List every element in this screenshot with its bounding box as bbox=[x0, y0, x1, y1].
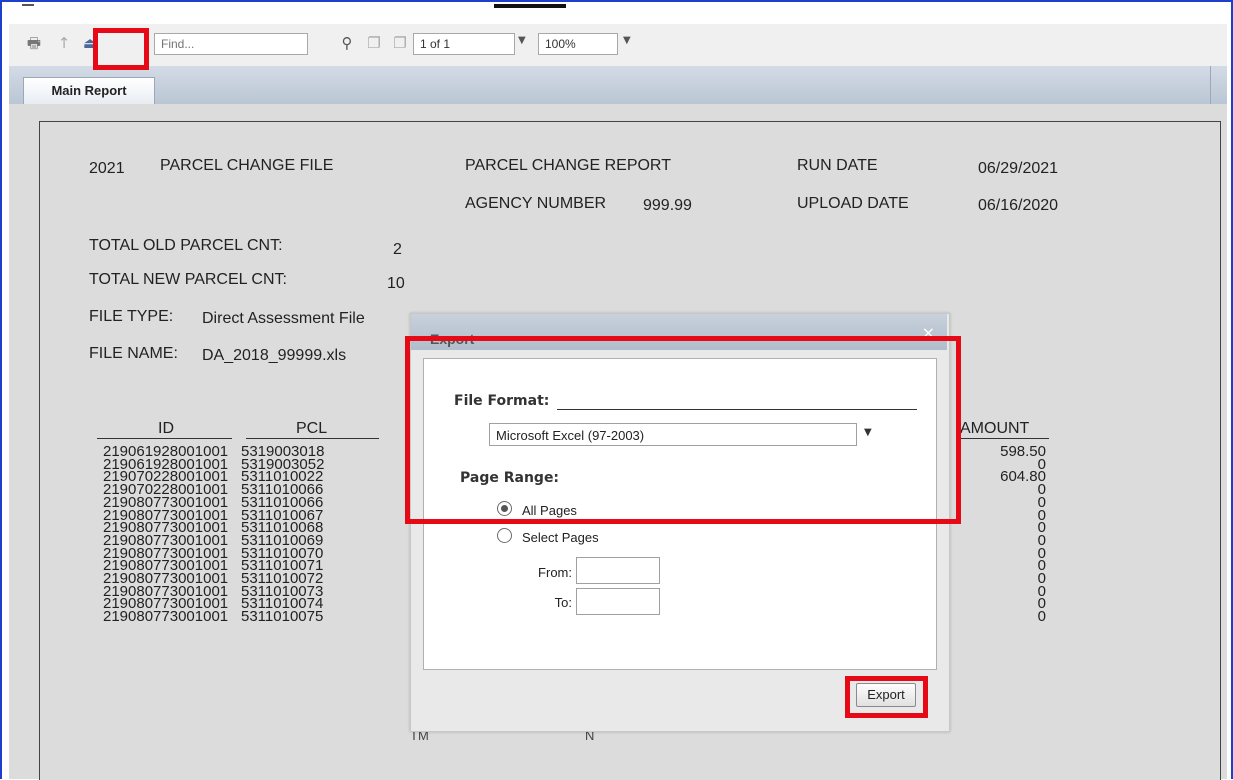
export-dialog-title: Export bbox=[430, 331, 475, 347]
report-toolbar: 🖶 ↑ ⏏ ⚲ ❐ ❐ 1 of 1 ▼ 100% ▼ bbox=[9, 24, 1227, 67]
arrow-up-icon[interactable]: ↑ bbox=[55, 34, 73, 52]
agency-number-value: 999.99 bbox=[643, 197, 692, 214]
report-year: 2021 bbox=[89, 160, 125, 177]
column-pcl-values: 5319003018 5319003052 5311010022 5311010066… bbox=[241, 444, 324, 626]
export-icon[interactable]: ⏏ bbox=[81, 34, 99, 52]
table-cell-amount: 0 bbox=[1037, 595, 1046, 613]
upload-date-label: UPLOAD DATE bbox=[797, 195, 909, 212]
from-page-input[interactable] bbox=[576, 557, 660, 584]
table-cell-amount: 0 bbox=[1037, 570, 1046, 588]
run-date-label: RUN DATE bbox=[797, 157, 878, 174]
column-amount-values: 598.50 0 604.80 0 0 0 0 0 0 0 0 0 0 0 bbox=[960, 443, 1046, 626]
next-page-icon[interactable]: ❐ bbox=[365, 34, 383, 52]
export-options-panel: File Format: Microsoft Excel (97-2003) ▼… bbox=[423, 358, 937, 670]
table-cell-amount: 604.80 bbox=[1000, 468, 1046, 486]
column-id-values: 219061928001001 219061928001001 2190702280… bbox=[103, 444, 229, 626]
column-header-pcl: PCL bbox=[296, 420, 328, 437]
table-cell-id: 219080773001001 bbox=[103, 608, 229, 626]
file-name-label: FILE NAME: bbox=[89, 345, 178, 362]
file-name-value: DA_2018_99999.xls bbox=[202, 347, 347, 364]
from-label: From: bbox=[538, 565, 572, 580]
export-dialog: Export × File Format: Microsoft Excel (9… bbox=[410, 313, 950, 732]
report-file-title: PARCEL CHANGE FILE bbox=[160, 157, 334, 174]
cropped-top-text bbox=[0, 0, 1233, 8]
close-icon[interactable]: × bbox=[922, 323, 935, 342]
find-input[interactable] bbox=[154, 33, 308, 55]
page-range-label: Page Range: bbox=[460, 470, 560, 486]
to-page-input[interactable] bbox=[576, 588, 660, 615]
report-title: PARCEL CHANGE REPORT bbox=[465, 157, 671, 174]
tab-main-report[interactable]: Main Report bbox=[23, 77, 155, 104]
export-dialog-titlebar[interactable]: Export × bbox=[411, 314, 947, 350]
table-cell-amount: 598.50 bbox=[1000, 443, 1046, 460]
select-pages-label[interactable]: Select Pages bbox=[522, 530, 599, 545]
agency-number-label: AGENCY NUMBER bbox=[465, 195, 607, 212]
file-type-label: FILE TYPE: bbox=[89, 308, 174, 325]
table-cell-pcl: 5311010075 bbox=[241, 608, 324, 626]
all-pages-radio[interactable] bbox=[497, 501, 512, 516]
table-cell-amount: 0 bbox=[1037, 582, 1046, 600]
find-icon[interactable]: ⚲ bbox=[338, 34, 356, 52]
print-icon[interactable]: 🖶 bbox=[25, 34, 43, 52]
file-format-select[interactable]: Microsoft Excel (97-2003) bbox=[489, 423, 857, 446]
all-pages-label[interactable]: All Pages bbox=[522, 503, 577, 518]
new-parcel-count-label: TOTAL NEW PARCEL CNT: bbox=[89, 271, 287, 288]
upload-date-value: 06/16/2020 bbox=[978, 197, 1059, 214]
zoom-selector[interactable]: 100% bbox=[538, 33, 618, 55]
column-header-amount: AMOUNT bbox=[960, 420, 1030, 437]
table-cell-amount: 0 bbox=[1037, 506, 1046, 524]
column-header-id: ID bbox=[158, 420, 174, 437]
export-button[interactable]: Export bbox=[856, 683, 916, 707]
report-tabbar: Main Report bbox=[9, 66, 1227, 105]
select-pages-radio[interactable] bbox=[497, 528, 512, 543]
table-cell-amount: 0 bbox=[1037, 519, 1046, 537]
file-type-value: Direct Assessment File bbox=[202, 310, 365, 327]
page-dropdown-icon[interactable]: ▼ bbox=[518, 35, 526, 46]
table-cell-amount: 0 bbox=[1037, 481, 1046, 499]
new-parcel-count-value: 10 bbox=[387, 275, 405, 292]
last-page-icon[interactable]: ❐ bbox=[391, 34, 409, 52]
chevron-down-icon[interactable]: ▼ bbox=[864, 427, 872, 438]
table-cell-amount: 0 bbox=[1037, 544, 1046, 562]
zoom-dropdown-icon[interactable]: ▼ bbox=[623, 35, 631, 46]
table-cell-amount: 0 bbox=[1037, 557, 1046, 575]
table-cell-amount: 0 bbox=[1037, 531, 1046, 549]
to-label: To: bbox=[554, 595, 572, 610]
file-format-label: File Format: bbox=[454, 393, 550, 409]
old-parcel-count-value: 2 bbox=[393, 241, 402, 258]
run-date-value: 06/29/2021 bbox=[978, 160, 1059, 177]
table-cell-amount: 0 bbox=[1037, 608, 1046, 626]
old-parcel-count-label: TOTAL OLD PARCEL CNT: bbox=[89, 237, 283, 254]
page-selector[interactable]: 1 of 1 bbox=[413, 33, 515, 55]
table-cell-amount: 0 bbox=[1037, 493, 1046, 511]
